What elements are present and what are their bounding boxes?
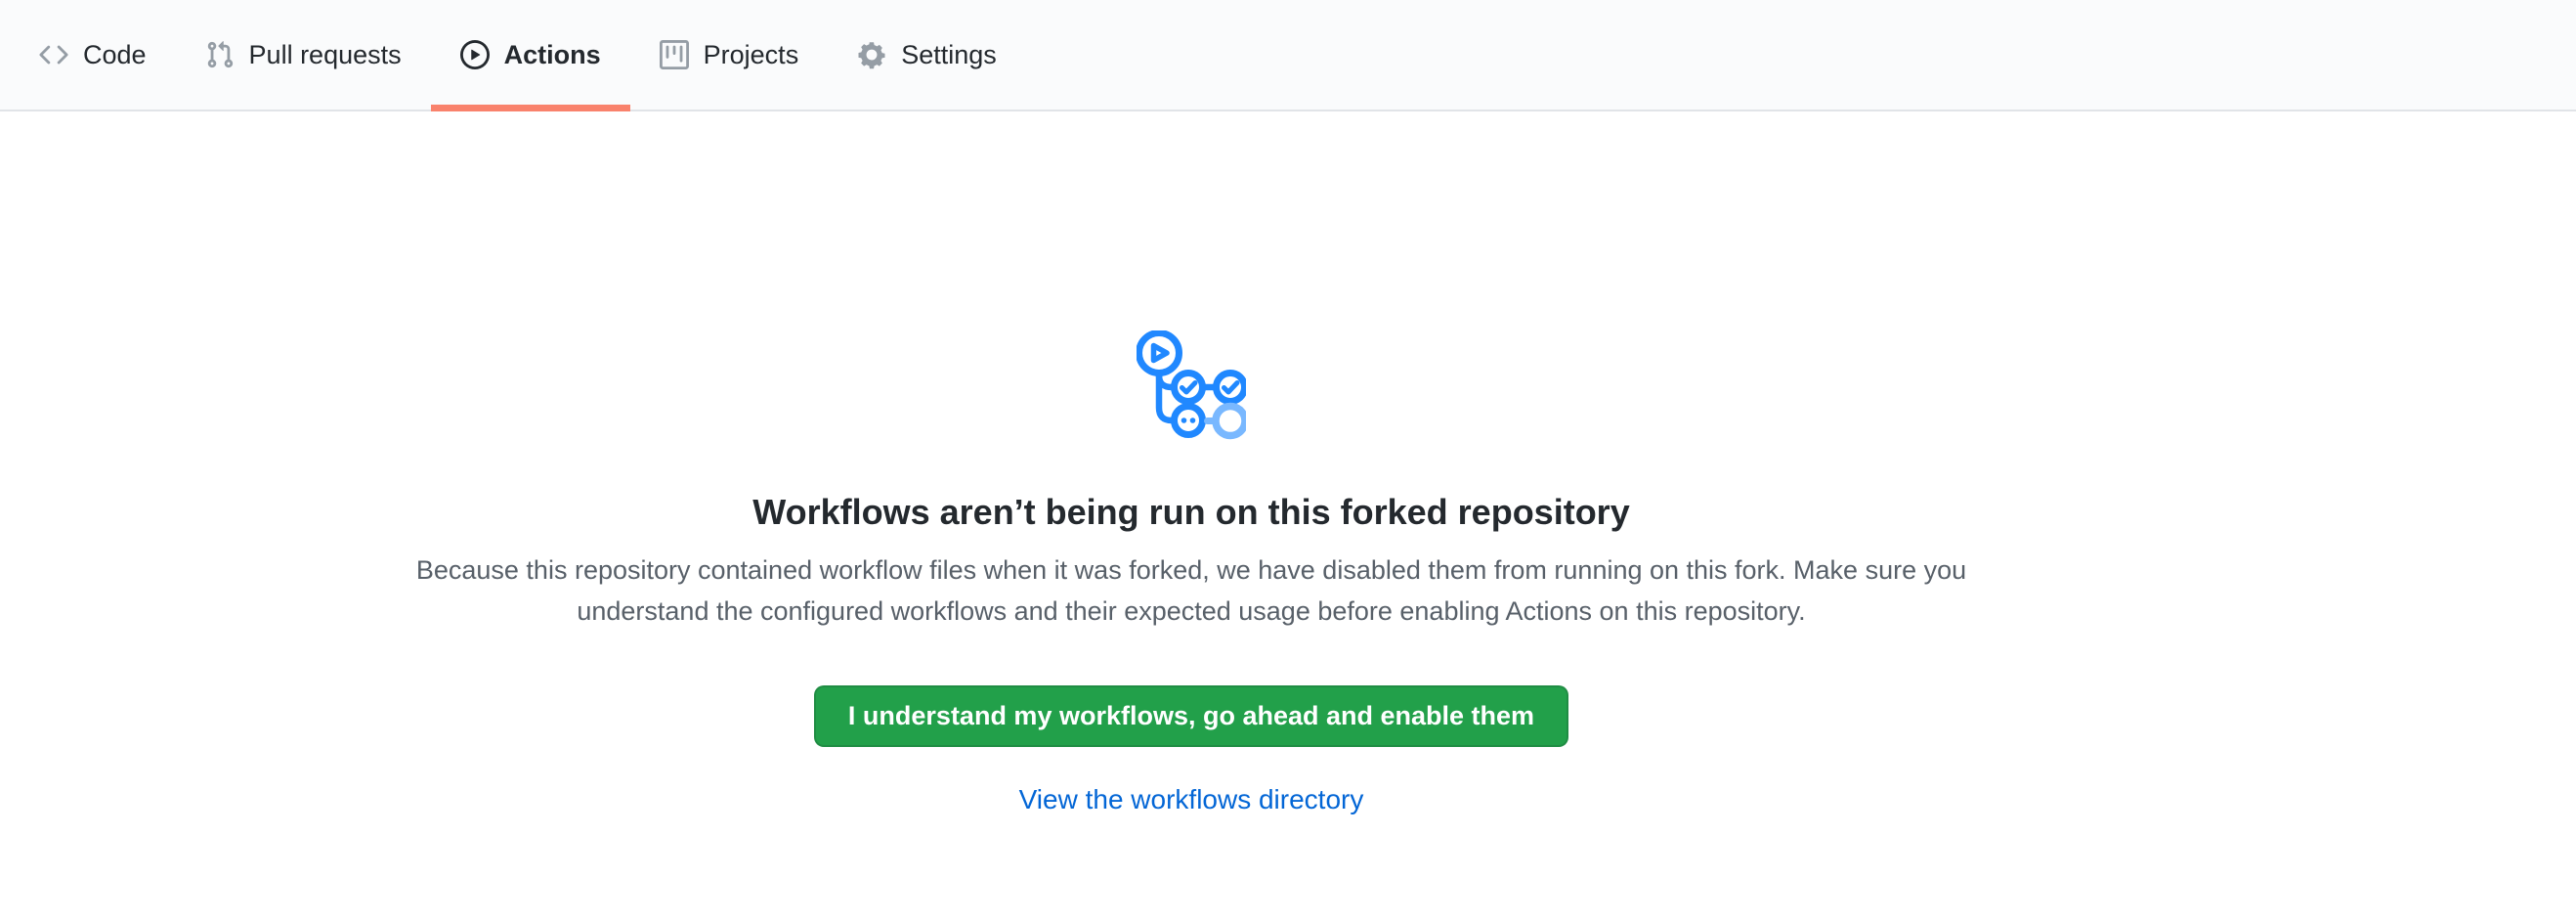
tab-actions-label: Actions bbox=[504, 42, 601, 68]
actions-disabled-panel: Workflows aren’t being run on this forke… bbox=[0, 330, 2383, 815]
button-row: I understand my workflows, go ahead and … bbox=[0, 632, 2383, 747]
tab-projects-label: Projects bbox=[704, 42, 799, 68]
tab-code[interactable]: Code bbox=[10, 0, 176, 110]
workflow-illustration-icon bbox=[1137, 330, 1246, 440]
play-icon bbox=[460, 40, 490, 69]
page-title: Workflows aren’t being run on this forke… bbox=[0, 489, 2383, 536]
project-icon bbox=[660, 40, 689, 69]
pull-request-icon bbox=[205, 40, 235, 69]
repo-tabs: Code Pull requests Actions Projects Sett bbox=[10, 0, 1026, 110]
tab-settings-label: Settings bbox=[901, 42, 997, 68]
gear-icon bbox=[857, 40, 886, 69]
tab-pull-requests-label: Pull requests bbox=[249, 42, 402, 68]
tab-pull-requests[interactable]: Pull requests bbox=[176, 0, 431, 110]
code-icon bbox=[39, 40, 68, 69]
tab-code-label: Code bbox=[83, 42, 147, 68]
repo-tab-bar: Code Pull requests Actions Projects Sett bbox=[0, 0, 2576, 111]
enable-workflows-button[interactable]: I understand my workflows, go ahead and … bbox=[814, 685, 1568, 747]
tab-actions[interactable]: Actions bbox=[431, 0, 630, 110]
view-workflows-directory-link[interactable]: View the workflows directory bbox=[1019, 784, 1364, 814]
tab-projects[interactable]: Projects bbox=[630, 0, 829, 110]
description-text: Because this repository contained workfl… bbox=[385, 549, 1997, 632]
tab-settings[interactable]: Settings bbox=[828, 0, 1026, 110]
link-row: View the workflows directory bbox=[0, 784, 2383, 815]
